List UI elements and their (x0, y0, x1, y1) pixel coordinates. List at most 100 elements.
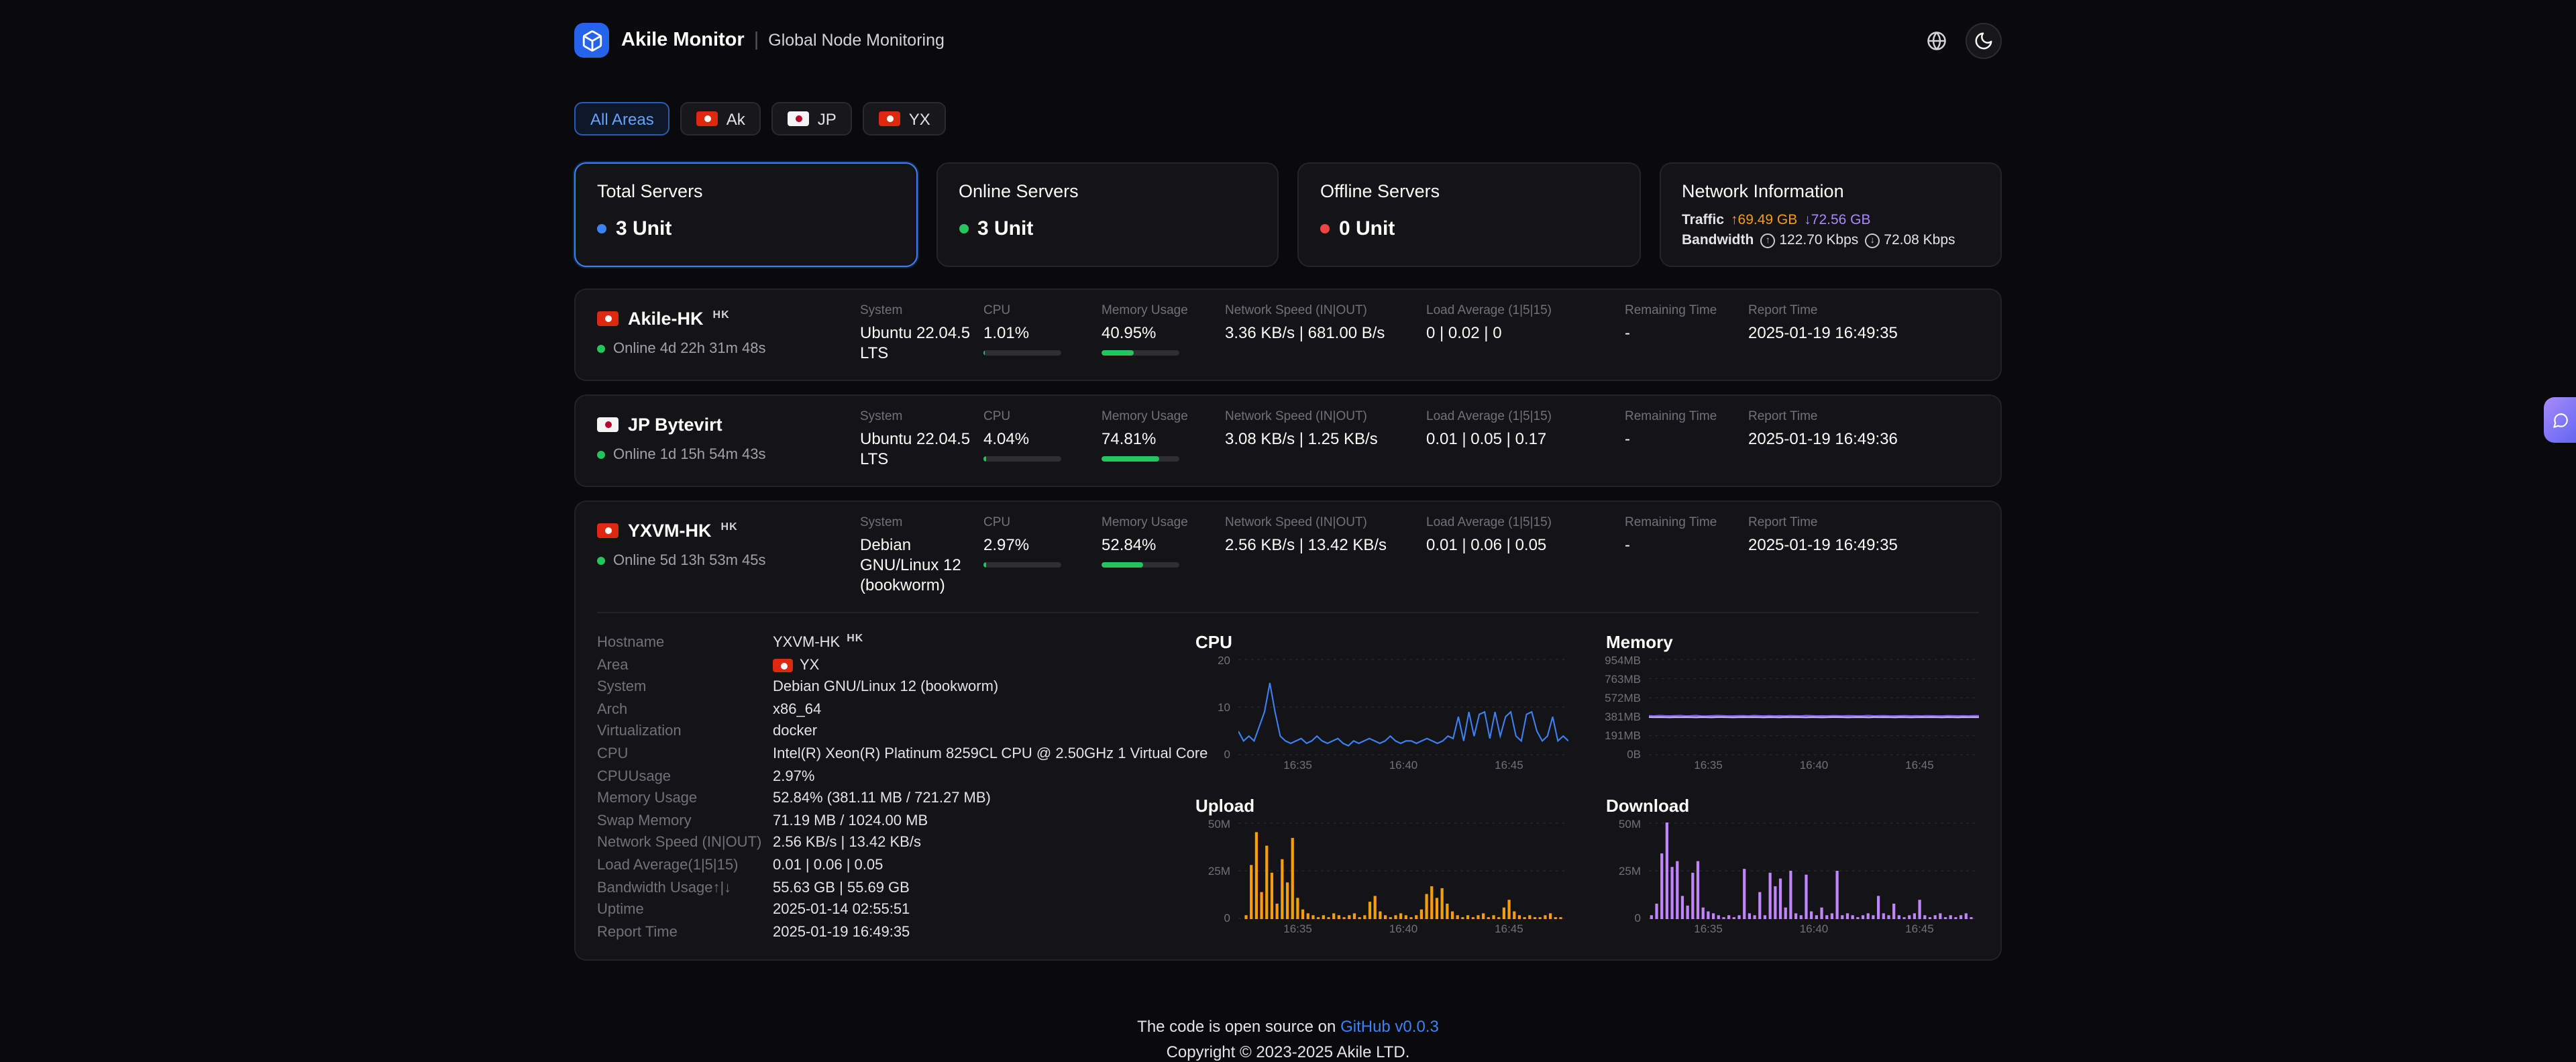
detail-label: Memory Usage (597, 788, 773, 810)
filter-all-areas[interactable]: All Areas (574, 102, 670, 136)
report-time-value: 2025-01-19 16:49:35 (1748, 323, 1968, 343)
upload-chart-canvas (1238, 822, 1568, 919)
bandwidth-download-value: ↓72.08 Kbps (1865, 232, 1955, 248)
memory-meter (1102, 562, 1179, 568)
bandwidth-label: Bandwidth (1682, 232, 1754, 248)
server-row-yxvm-hk[interactable]: YXVM-HK HK Online 5d 13h 53m 45s SystemD… (574, 500, 2002, 961)
detail-row: CPUUsage 2.97% (597, 765, 1195, 788)
arrow-up-circle-icon: ↑ (1760, 233, 1775, 248)
load-cell: Load Average (1|5|15)0.01 | 0.05 | 0.17 (1426, 409, 1625, 449)
filter-jp[interactable]: JP (772, 102, 853, 136)
chart-title: CPU (1195, 632, 1568, 652)
network-speed-value: 2.56 KB/s | 13.42 KB/s (1225, 535, 1415, 555)
language-toggle-button[interactable] (1919, 22, 1955, 58)
cpu-value: 2.97% (983, 535, 1091, 555)
load-average-value: 0.01 | 0.06 | 0.05 (1426, 535, 1614, 555)
detail-row: Arch x86_64 (597, 699, 1195, 721)
detail-value: 2.56 KB/s | 13.42 KB/s (773, 833, 921, 855)
total-dot (597, 224, 606, 233)
server-list: Akile-HK HK Online 4d 22h 31m 48s System… (574, 288, 2002, 961)
report-cell: Report Time2025-01-19 16:49:35 (1748, 515, 1979, 555)
chart-title: Upload (1195, 796, 1568, 816)
chart-x-axis: 16:3516:4016:45 (1238, 919, 1568, 937)
country-flag-icon (597, 523, 619, 538)
system-cell: SystemUbuntu 22.04.5 LTS (860, 409, 983, 470)
copyright-line: Copyright © 2023-2025 Akile LTD. (0, 1043, 2576, 1062)
server-name: Akile-HK (628, 309, 704, 329)
details-list: Hostname YXVM-HK HK Area YX System Debia… (597, 632, 1195, 944)
system-value: Debian GNU/Linux 12 (bookworm) (860, 535, 973, 596)
globe-icon (1927, 30, 1947, 50)
filter-yx[interactable]: YX (863, 102, 947, 136)
detail-value: 52.84% (381.11 MB / 721.27 MB) (773, 788, 991, 810)
report-time-value: 2025-01-19 16:49:36 (1748, 429, 1968, 449)
github-link[interactable]: GitHub v0.0.3 (1340, 1018, 1439, 1037)
offline-value: 0 Unit (1339, 217, 1395, 240)
online-status-dot (597, 557, 605, 565)
chart-upload: Upload 50M25M0 16:3516:4016:45 (1195, 796, 1568, 943)
remaining-cell: Remaining Time- (1625, 303, 1748, 343)
floating-widget-button[interactable] (2544, 397, 2576, 443)
flag-icon (788, 111, 810, 126)
report-cell: Report Time2025-01-19 16:49:36 (1748, 409, 1979, 449)
header-actions (1919, 22, 2002, 58)
cpu-cell: CPU1.01% (983, 303, 1102, 356)
detail-value: Intel(R) Xeon(R) Platinum 8259CL CPU @ 2… (773, 743, 1208, 765)
load-cell: Load Average (1|5|15)0.01 | 0.06 | 0.05 (1426, 515, 1625, 555)
server-identity-cell: YXVM-HK HK Online 5d 13h 53m 45s (597, 515, 860, 569)
server-row-akile-hk[interactable]: Akile-HK HK Online 4d 22h 31m 48s System… (574, 288, 2002, 381)
chart-y-axis: 20100 (1195, 653, 1238, 761)
load-average-value: 0 | 0.02 | 0 (1426, 323, 1614, 343)
app-logo-icon (574, 23, 609, 58)
detail-value: x86_64 (773, 699, 821, 721)
report-time-value: 2025-01-19 16:49:35 (1748, 535, 1968, 555)
network-cell: Network Speed (IN|OUT)2.56 KB/s | 13.42 … (1225, 515, 1426, 555)
memory-meter (1102, 350, 1179, 356)
status-uptime-text: Online 5d 13h 53m 45s (613, 553, 766, 569)
server-row-jp-bytevirt[interactable]: JP Bytevirt Online 1d 15h 54m 43s System… (574, 394, 2002, 487)
filter-label: All Areas (590, 109, 654, 128)
server-name: YXVM-HK (628, 521, 712, 541)
chart-title: Memory (1606, 632, 1979, 652)
card-title: Total Servers (597, 181, 894, 201)
detail-row: Network Speed (IN|OUT) 2.56 KB/s | 13.42… (597, 833, 1195, 855)
chart-x-axis: 16:3516:4016:45 (1238, 755, 1568, 773)
detail-value: 0.01 | 0.06 | 0.05 (773, 855, 883, 877)
online-value: 3 Unit (977, 217, 1033, 240)
detail-row: Report Time 2025-01-19 16:49:35 (597, 921, 1195, 943)
bandwidth-upload-value: ↑122.70 Kbps (1760, 232, 1858, 248)
remaining-cell: Remaining Time- (1625, 409, 1748, 449)
detail-label: Network Speed (IN|OUT) (597, 833, 773, 855)
region-badge: HK (721, 521, 738, 533)
detail-flag-icon (773, 659, 793, 672)
chart-x-axis: 16:3516:4016:45 (1649, 755, 1979, 773)
detail-value: YX (773, 654, 819, 676)
dark-mode-toggle-button[interactable] (1966, 22, 2002, 58)
detail-label: Uptime (597, 899, 773, 921)
charts-grid: CPU 20100 16:3516:4016:45 Memory 954MB76… (1195, 632, 1979, 944)
arrow-down-circle-icon: ↓ (1865, 233, 1880, 248)
detail-row: Area YX (597, 654, 1195, 676)
cpu-chart-canvas (1238, 659, 1568, 755)
flag-icon (697, 111, 718, 126)
remaining-time-value: - (1625, 323, 1737, 343)
card-title: Network Information (1682, 181, 1979, 201)
stat-cards: Total Servers 3 Unit Online Servers 3 Un… (574, 162, 2002, 267)
chart-cpu: CPU 20100 16:3516:4016:45 (1195, 632, 1568, 780)
memory-chart-canvas (1649, 659, 1979, 755)
filter-ak[interactable]: Ak (681, 102, 761, 136)
memory-cell: Memory Usage52.84% (1102, 515, 1225, 568)
chart-y-axis: 50M25M0 (1606, 817, 1649, 924)
remaining-time-value: - (1625, 429, 1737, 449)
online-servers-card: Online Servers 3 Unit (936, 162, 1279, 267)
detail-value: 2025-01-19 16:49:35 (773, 921, 910, 943)
app-title: Akile Monitor (621, 30, 745, 51)
detail-value: docker (773, 721, 817, 743)
network-speed-value: 3.36 KB/s | 681.00 B/s (1225, 323, 1415, 343)
chart-download: Download 50M25M0 16:3516:4016:45 (1606, 796, 1979, 943)
area-filters: All Areas Ak JP YX (574, 102, 2002, 136)
country-flag-icon (597, 311, 619, 326)
server-details-panel: Hostname YXVM-HK HK Area YX System Debia… (597, 612, 1979, 944)
detail-value: Debian GNU/Linux 12 (bookworm) (773, 676, 998, 698)
network-cell: Network Speed (IN|OUT)3.36 KB/s | 681.00… (1225, 303, 1426, 343)
